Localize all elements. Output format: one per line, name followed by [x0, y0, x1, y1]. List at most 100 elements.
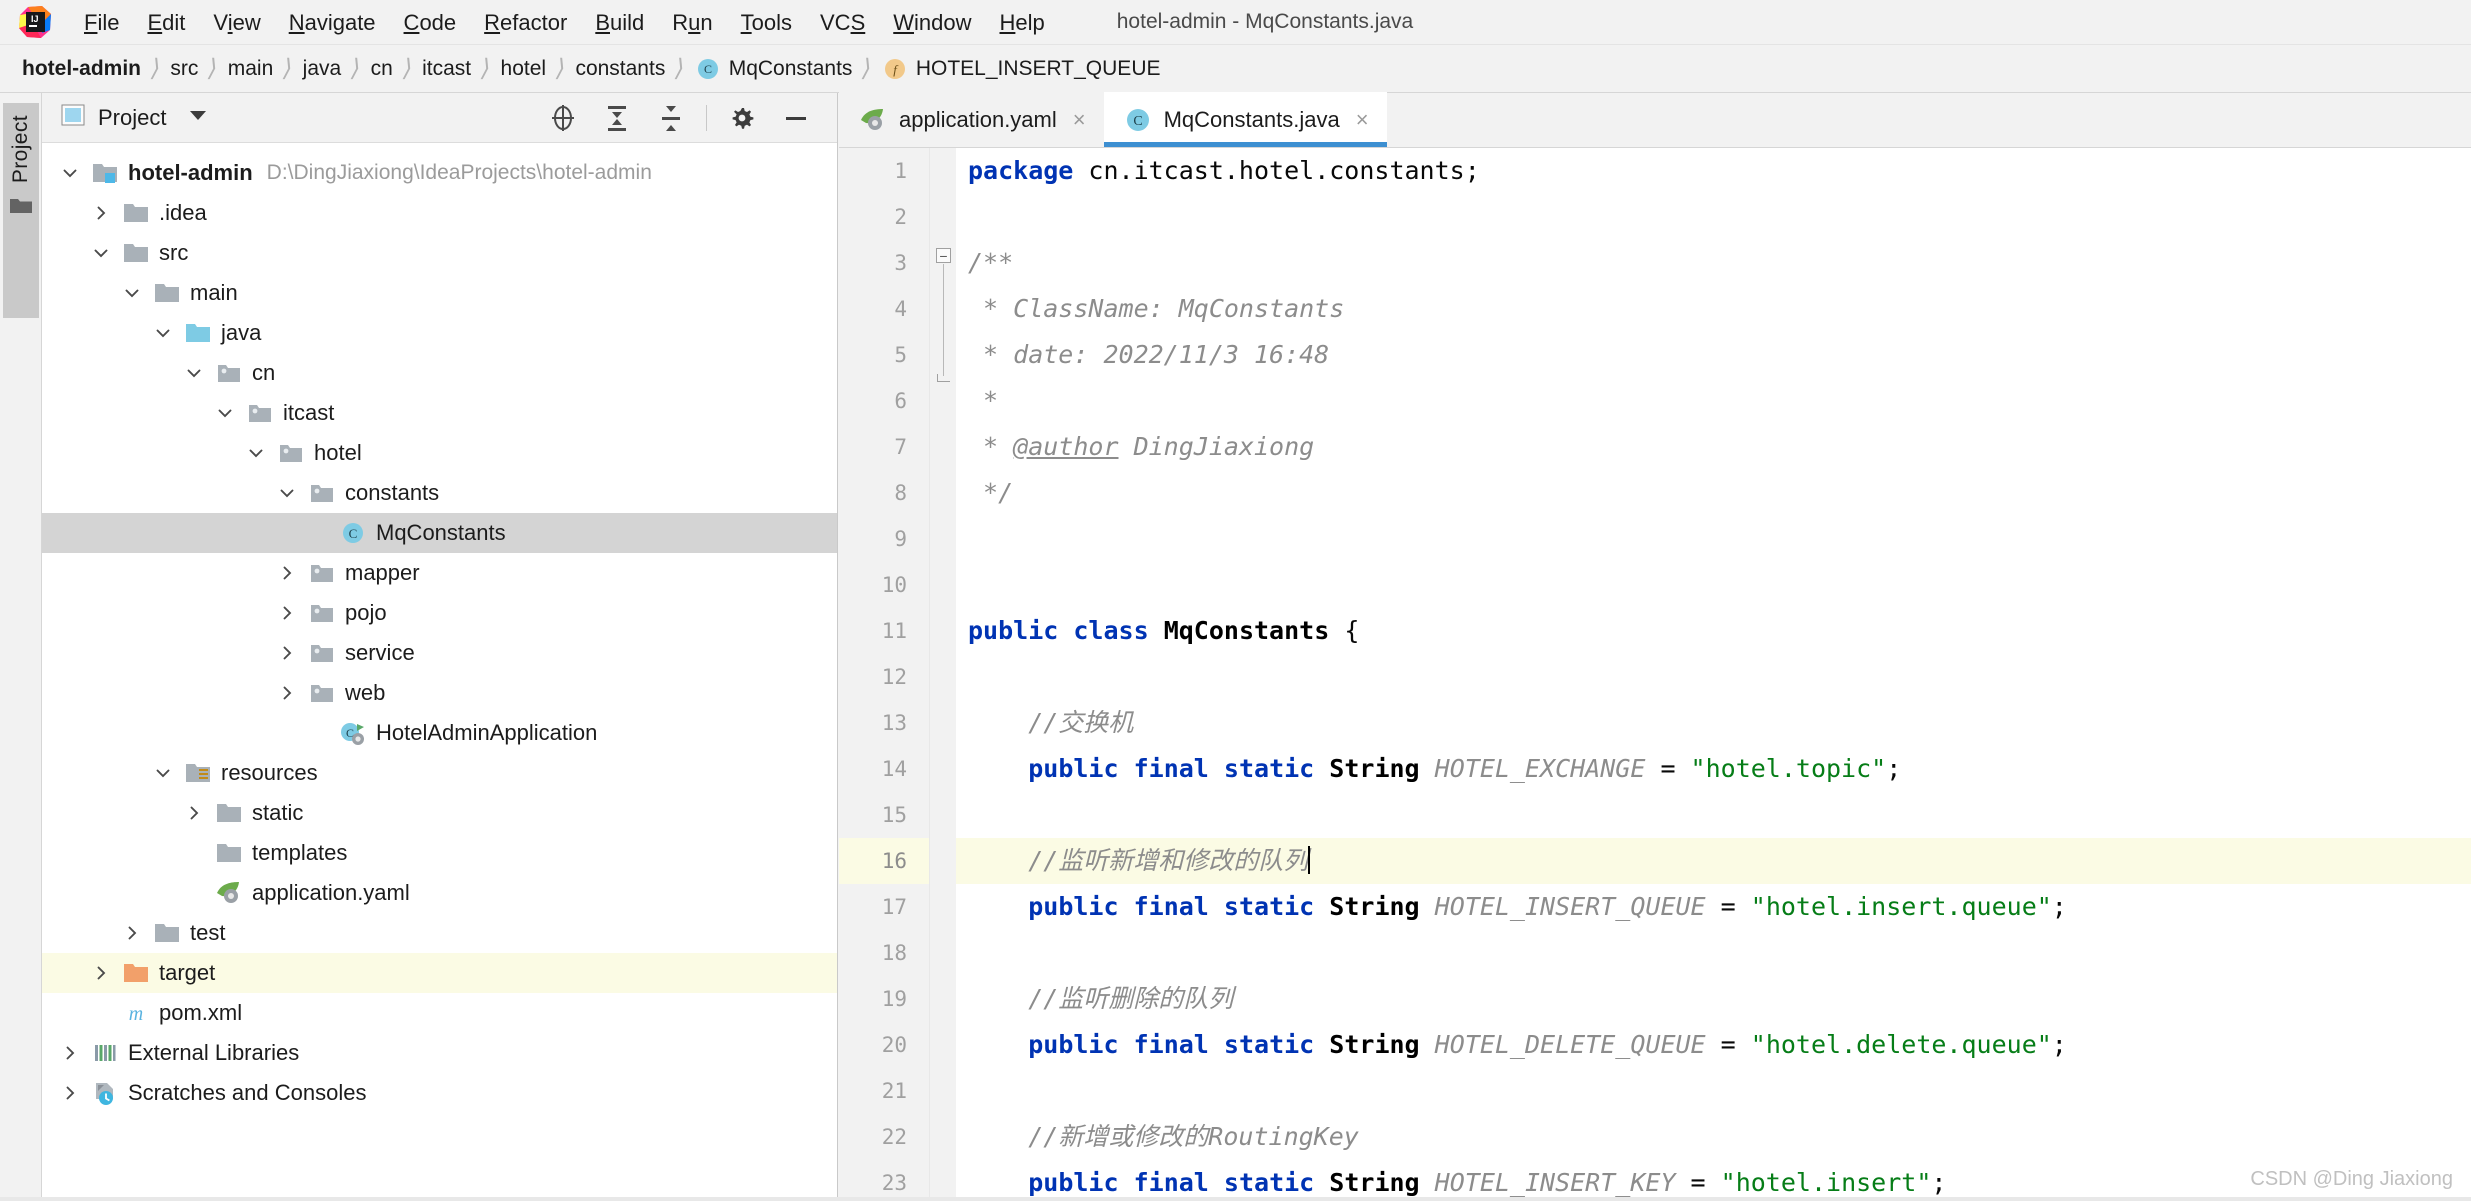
- code-editor[interactable]: 1234567891011121314151617181920212223 − …: [839, 148, 2471, 1201]
- collapse-all-icon[interactable]: [590, 103, 644, 133]
- tree-node--idea[interactable]: .idea: [42, 193, 837, 233]
- editor-text-area[interactable]: package cn.itcast.hotel.constants; /** *…: [956, 148, 2471, 1201]
- fold-collapse-icon[interactable]: −: [936, 248, 951, 263]
- code-line: public class MqConstants {: [956, 608, 2471, 654]
- menu-item-window[interactable]: Window: [879, 0, 985, 45]
- breadcrumb-item-main[interactable]: main: [228, 57, 274, 81]
- tree-twisty-right-icon[interactable]: [81, 204, 121, 222]
- tree-node-external-libraries[interactable]: External Libraries: [42, 1033, 837, 1073]
- menu-item-view[interactable]: View: [199, 0, 274, 45]
- tree-node-pom-xml[interactable]: mpom.xml: [42, 993, 837, 1033]
- tree-twisty-down-icon[interactable]: [143, 324, 183, 342]
- tree-node-web[interactable]: web: [42, 673, 837, 713]
- hide-minimize-icon[interactable]: [769, 104, 823, 132]
- tree-twisty-down-icon[interactable]: [267, 484, 307, 502]
- code-line: */: [956, 470, 2471, 516]
- scroll-from-source-icon[interactable]: [536, 103, 590, 133]
- menu-item-refactor[interactable]: Refactor: [470, 0, 581, 45]
- code-line: package cn.itcast.hotel.constants;: [956, 148, 2471, 194]
- tree-twisty-right-icon[interactable]: [112, 924, 152, 942]
- menu-item-navigate[interactable]: Navigate: [275, 0, 390, 45]
- menu-item-help[interactable]: Help: [986, 0, 1059, 45]
- folder-gray-icon: [214, 801, 244, 825]
- menu-item-vcs[interactable]: VCS: [806, 0, 879, 45]
- tree-node-resources[interactable]: resources: [42, 753, 837, 793]
- editor-gutter[interactable]: 1234567891011121314151617181920212223: [839, 148, 930, 1201]
- menu-item-edit[interactable]: Edit: [133, 0, 199, 45]
- tree-node-label: java: [221, 322, 261, 344]
- editor-tab-mqconstants-java[interactable]: C MqConstants.java ×: [1104, 92, 1387, 147]
- tree-node-constants[interactable]: constants: [42, 473, 837, 513]
- menu-item-tools[interactable]: Tools: [727, 0, 806, 45]
- editor-fold-column[interactable]: −: [930, 148, 956, 1201]
- tree-twisty-down-icon[interactable]: [174, 364, 214, 382]
- scratches-icon: [90, 1080, 120, 1106]
- tree-twisty-down-icon[interactable]: [112, 284, 152, 302]
- tree-twisty-down-icon[interactable]: [50, 164, 90, 182]
- breadcrumb-item-constants[interactable]: constants: [575, 57, 665, 81]
- tree-twisty-down-icon[interactable]: [236, 444, 276, 462]
- line-number: 14: [839, 746, 929, 792]
- tree-node-hoteladminapplication[interactable]: CHotelAdminApplication: [42, 713, 837, 753]
- tree-node-java[interactable]: java: [42, 313, 837, 353]
- menu-item-code[interactable]: Code: [390, 0, 471, 45]
- expand-all-icon[interactable]: [644, 103, 698, 133]
- folder-icon: [9, 195, 33, 220]
- breadcrumb-item-mqconstants[interactable]: C MqConstants: [695, 56, 853, 82]
- tree-node-templates[interactable]: templates: [42, 833, 837, 873]
- tree-node-path: D:\DingJiaxiong\IdeaProjects\hotel-admin: [267, 161, 652, 185]
- menu-item-build[interactable]: Build: [581, 0, 658, 45]
- tree-twisty-down-icon[interactable]: [81, 244, 121, 262]
- tool-window-tab-project[interactable]: Project: [3, 103, 39, 318]
- tree-twisty-right-icon[interactable]: [267, 564, 307, 582]
- breadcrumb-label: hotel-admin: [22, 57, 141, 81]
- tree-twisty-right-icon[interactable]: [50, 1084, 90, 1102]
- breadcrumb-item-itcast[interactable]: itcast: [422, 57, 471, 81]
- tree-twisty-right-icon[interactable]: [267, 604, 307, 622]
- chevron-down-icon[interactable]: [188, 108, 208, 127]
- tree-node-application-yaml[interactable]: application.yaml: [42, 873, 837, 913]
- tree-node-src[interactable]: src: [42, 233, 837, 273]
- editor-tab-application-yaml[interactable]: application.yaml ×: [839, 92, 1104, 147]
- breadcrumb-item-hotel[interactable]: hotel: [501, 57, 547, 81]
- line-number: 11: [839, 608, 929, 654]
- settings-gear-icon[interactable]: [715, 104, 769, 132]
- line-number: 10: [839, 562, 929, 608]
- tree-twisty-right-icon[interactable]: [50, 1044, 90, 1062]
- breadcrumb-separator: ⟩: [553, 54, 569, 83]
- tree-node-cn[interactable]: cn: [42, 353, 837, 393]
- tree-node-test[interactable]: test: [42, 913, 837, 953]
- close-icon[interactable]: ×: [1073, 107, 1086, 133]
- tree-node-mqconstants[interactable]: CMqConstants: [42, 513, 837, 553]
- breadcrumb-item-cn[interactable]: cn: [371, 57, 393, 81]
- tree-node-scratches-and-consoles[interactable]: Scratches and Consoles: [42, 1073, 837, 1113]
- tree-node-itcast[interactable]: itcast: [42, 393, 837, 433]
- tree-twisty-down-icon[interactable]: [143, 764, 183, 782]
- code-line: [956, 1068, 2471, 1114]
- tree-twisty-right-icon[interactable]: [174, 804, 214, 822]
- tree-twisty-right-icon[interactable]: [267, 684, 307, 702]
- breadcrumb-item-java[interactable]: java: [303, 57, 342, 81]
- tree-node-hotel-admin[interactable]: hotel-adminD:\DingJiaxiong\IdeaProjects\…: [42, 153, 837, 193]
- tree-node-mapper[interactable]: mapper: [42, 553, 837, 593]
- menu-item-file[interactable]: File: [70, 0, 133, 45]
- class-icon: C: [1124, 106, 1152, 134]
- code-line: [956, 792, 2471, 838]
- tree-node-service[interactable]: service: [42, 633, 837, 673]
- project-panel-header: Project: [42, 93, 837, 143]
- tree-node-hotel[interactable]: hotel: [42, 433, 837, 473]
- breadcrumb-item-src[interactable]: src: [170, 57, 198, 81]
- tree-twisty-down-icon[interactable]: [205, 404, 245, 422]
- tree-node-static[interactable]: static: [42, 793, 837, 833]
- menu-item-run[interactable]: Run: [658, 0, 726, 45]
- tree-node-pojo[interactable]: pojo: [42, 593, 837, 633]
- tree-twisty-right-icon[interactable]: [267, 644, 307, 662]
- tree-node-target[interactable]: target: [42, 953, 837, 993]
- close-icon[interactable]: ×: [1356, 107, 1369, 133]
- breadcrumb-item-hotel-insert-queue[interactable]: f HOTEL_INSERT_QUEUE: [882, 56, 1161, 82]
- spring-yaml-icon: [859, 107, 887, 133]
- tree-twisty-right-icon[interactable]: [81, 964, 121, 982]
- project-tree[interactable]: hotel-adminD:\DingJiaxiong\IdeaProjects\…: [42, 143, 837, 1113]
- breadcrumb-item-hotel-admin[interactable]: hotel-admin: [22, 57, 141, 81]
- tree-node-main[interactable]: main: [42, 273, 837, 313]
